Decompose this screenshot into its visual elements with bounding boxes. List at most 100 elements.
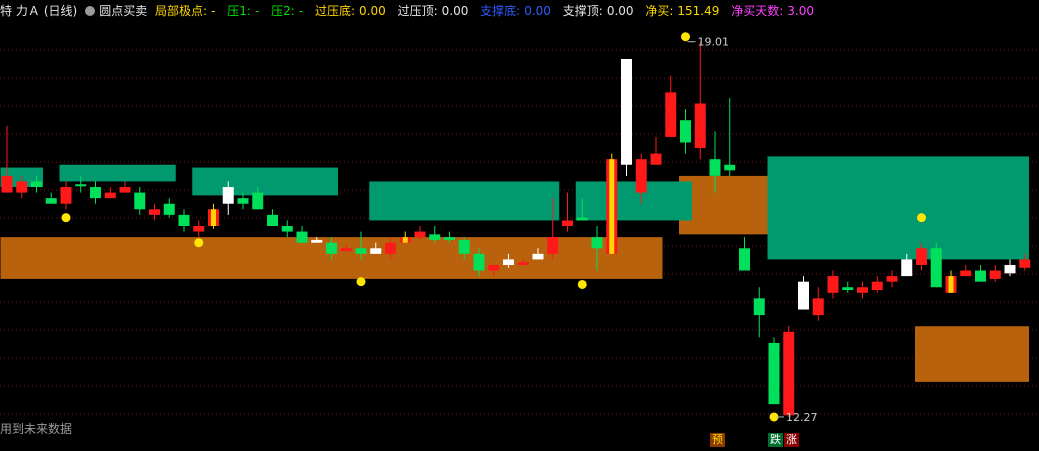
candle-body [783,331,795,416]
resist1-value: - [254,4,260,18]
signal-yu-badge: 预 [710,433,725,447]
candle-body [724,164,736,171]
candle-body [414,231,426,238]
candle-body [1004,264,1016,274]
candle-body [621,58,632,165]
gear-icon[interactable] [85,6,96,16]
candle-body [60,187,72,204]
candle-highlight [609,159,615,254]
signal-die-badge: 跌 [768,433,783,447]
candle-body [709,159,721,176]
candlestick-chart: 19.01 12.27 [0,32,1039,424]
candle-body [694,103,706,149]
candle-body [989,270,1001,279]
net-buy-value: 151.49 [677,4,720,18]
net-buy-days-label: 净买天数: [731,4,784,18]
candle-body [429,234,441,240]
local-extreme: 局部极点: - [155,4,219,18]
candle-body [857,287,868,293]
candle-body [665,92,677,137]
candle-body [886,276,898,282]
candle-body [16,181,28,193]
candle-body [753,298,765,316]
candle-body [812,298,824,316]
candle-highlight [948,276,954,293]
future-data-note: 用到未来数据 [0,422,73,436]
resistance-zone [575,181,692,221]
candle-body [591,237,603,249]
candle-body [1019,259,1031,268]
candle-body [901,259,913,277]
candle-body [739,248,750,271]
candle-body [281,226,293,232]
candle-body [576,217,588,221]
candle-body [45,198,57,204]
candle-body [842,287,854,291]
candle-body [296,231,308,243]
candle-body [75,184,87,187]
candle-body [370,248,382,254]
support-bottom-value: 0.00 [524,4,551,18]
candle-body [473,253,485,271]
stock-name[interactable]: 特 力Ａ [0,4,40,18]
support-top-label: 支撑顶: [562,4,603,18]
candle-body [222,187,234,204]
resist2-value: - [298,4,304,18]
support-bottom-label: 支撑底: [480,4,521,18]
signal-dot [194,238,204,248]
over-resist-top: 过压顶: 0.00 [398,4,473,18]
over-resist-bottom: 过压底: 0.00 [315,4,390,18]
candle-body [31,181,42,188]
signal-dot [917,213,926,223]
candle-body [340,248,352,252]
candle-body [960,270,972,277]
over-resist-bottom-value: 0.00 [359,4,386,18]
signal-zhang-badge: 涨 [784,433,799,447]
candle-body [134,192,146,210]
resistance-zone [192,167,338,196]
candle-highlight [211,209,216,226]
local-extreme-label: 局部极点: [155,4,208,18]
support-top: 支撑顶: 0.00 [563,4,638,18]
candle-body [104,192,116,199]
candle-body [311,239,323,243]
indicator-name[interactable]: 圆点买卖 [99,4,147,18]
candle-body [178,214,190,226]
resistance-zone [767,156,1029,260]
candle-body [827,276,839,293]
candle-body [444,237,455,240]
candle-body [90,187,101,199]
signal-dot [681,32,690,42]
candle-body [488,264,500,271]
candle-body [768,342,780,405]
price-label: 12.27 [786,411,818,424]
candle-body [237,198,249,204]
candle-body [650,153,662,165]
resist2: 压2: - [271,4,307,18]
net-buy-label: 净买: [645,4,674,18]
candle-body [1,175,13,193]
chart-period[interactable]: (日线) [44,4,77,18]
support-top-value: 0.00 [606,4,634,18]
candle-body [930,248,942,288]
net-buy: 净买: 151.49 [645,4,723,18]
candle-body [252,192,264,210]
resist1-label: 压1: [227,4,251,18]
candle-body [119,187,131,193]
candle-body [680,120,691,143]
price-label: 19.01 [698,36,730,49]
candle-body [385,242,396,254]
candle-body [267,214,278,226]
candle-body [975,270,986,282]
net-buy-days: 净买天数: 3.00 [731,4,818,18]
candle-body [326,242,337,254]
signal-dot [61,213,71,223]
signal-dot [577,279,587,289]
resist2-label: 压2: [271,4,295,18]
candle-body [193,226,205,232]
candle-body [635,159,647,193]
candle-body [503,259,514,265]
candle-body [458,239,470,254]
net-buy-days-value: 3.00 [787,4,814,18]
support-bottom: 支撑底: 0.00 [480,4,555,18]
